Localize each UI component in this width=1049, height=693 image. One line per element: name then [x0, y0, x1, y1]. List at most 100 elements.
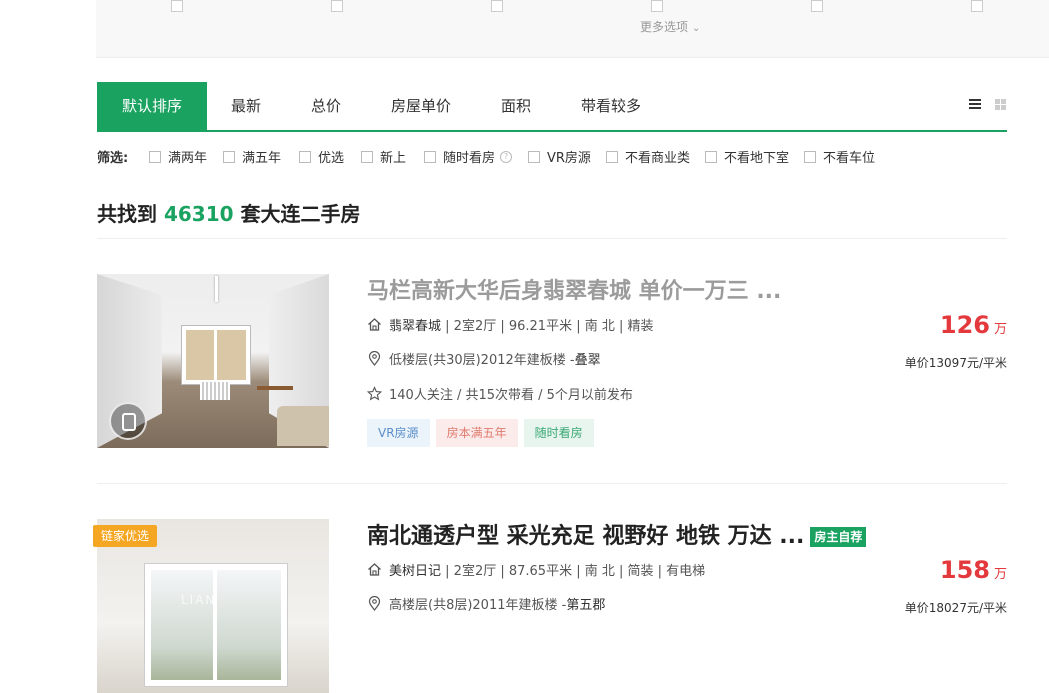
- position-info: 低楼层(共30层)2012年建板楼 - 叠翠: [367, 349, 601, 368]
- owner-recommend-tag: 房主自荐: [810, 527, 867, 547]
- filter-item-label: 不看车位: [823, 151, 876, 166]
- checkbox[interactable]: [705, 150, 717, 163]
- filter-item-label: 不看地下室: [724, 151, 790, 166]
- chevron-down-icon: ⌄: [692, 23, 701, 34]
- list-view-icon[interactable]: [969, 99, 981, 110]
- tab-newest[interactable]: 最新: [231, 82, 261, 130]
- checkbox[interactable]: [804, 150, 816, 163]
- more-options-label: 更多选项: [640, 20, 689, 34]
- help-icon[interactable]: ?: [500, 150, 513, 163]
- tab-area[interactable]: 面积: [501, 82, 531, 130]
- unit-price: 单价18027元/平米: [904, 601, 1007, 615]
- result-suffix: 套大连二手房: [240, 202, 361, 226]
- star-icon: [366, 386, 383, 401]
- filter-item-label: 随时看房: [443, 151, 496, 166]
- house-info: 美树日记 | 2室2厅 | 87.65平米 | 南 北 | 简装 | 有电梯: [367, 560, 705, 579]
- listing-title[interactable]: 马栏高新大华后身翡翠春城 单价一万三 ...: [367, 273, 781, 305]
- grid-view-icon[interactable]: [995, 99, 1006, 110]
- filter-item-label: 优选: [318, 151, 345, 166]
- price-unit: 万: [993, 322, 1007, 337]
- community-link[interactable]: 美树日记: [389, 560, 441, 579]
- follow-info: 140人关注 / 共15次带看 / 5个月以前发布: [366, 384, 633, 403]
- listing-title[interactable]: 南北通透户型 采光充足 视野好 地铁 万达 ... 房主自荐: [367, 518, 867, 550]
- tab-most-viewed[interactable]: 带看较多: [581, 82, 641, 130]
- filter-no-commercial[interactable]: 不看商业类: [606, 147, 690, 166]
- room-table: [257, 386, 293, 390]
- tag-anytime-view: 随时看房: [523, 419, 594, 447]
- listing-title-text[interactable]: 南北通透户型 采光充足 视野好 地铁 万达 ...: [367, 524, 804, 549]
- filter-new[interactable]: 新上: [361, 147, 406, 166]
- checkbox[interactable]: [424, 150, 436, 163]
- result-count: 共找到 46310 套大连二手房: [97, 198, 361, 227]
- tab-total-price[interactable]: 总价: [311, 82, 341, 130]
- ceiling-light: [215, 276, 218, 302]
- filter-two-years[interactable]: 满两年: [149, 147, 207, 166]
- house-details: | 2室2厅 | 87.65平米 | 南 北 | 简装 | 有电梯: [445, 564, 706, 579]
- checkbox[interactable]: [606, 150, 618, 163]
- checkbox[interactable]: [149, 150, 161, 163]
- more-options-button[interactable]: 更多选项 ⌄: [640, 18, 700, 35]
- filter-no-parking[interactable]: 不看车位: [804, 147, 875, 166]
- floor-info: 低楼层(共30层)2012年建板楼 -: [389, 353, 575, 368]
- total-price-value: 126: [939, 311, 990, 339]
- checkbox[interactable]: [811, 0, 823, 12]
- tab-unit-price[interactable]: 房屋单价: [391, 82, 451, 130]
- filter-five-years[interactable]: 满五年: [223, 147, 281, 166]
- house-info: 翡翠春城 | 2室2厅 | 96.21平米 | 南 北 | 精装: [367, 315, 654, 334]
- checkbox[interactable]: [528, 150, 540, 163]
- result-number: 46310: [163, 202, 234, 226]
- room-sofa: [277, 406, 329, 446]
- position-info: 高楼层(共8层)2011年建板楼 - 第五郡: [367, 594, 605, 613]
- listing-image[interactable]: [97, 274, 329, 448]
- follow-text: 140人关注 / 共15次带看 / 5个月以前发布: [389, 388, 633, 403]
- house-icon: [367, 562, 382, 577]
- room-window: [182, 326, 250, 384]
- tag-vr: VR房源: [367, 419, 430, 447]
- checkbox[interactable]: [331, 0, 343, 12]
- checkbox[interactable]: [299, 150, 311, 163]
- filter-vr[interactable]: VR房源: [528, 147, 591, 166]
- filter-item-label: 满五年: [242, 151, 282, 166]
- filter-item-label: 满两年: [168, 151, 208, 166]
- house-icon: [367, 317, 382, 332]
- watermark: LIAN: [181, 593, 217, 607]
- divider: [97, 238, 1007, 239]
- location-icon: [367, 350, 382, 366]
- filter-options-cut: [96, 0, 1049, 12]
- checkbox[interactable]: [971, 0, 983, 12]
- total-price: 126 万: [940, 311, 1007, 339]
- filter-anytime-view[interactable]: 随时看房?: [424, 147, 513, 166]
- checkbox[interactable]: [171, 0, 183, 12]
- house-details: | 2室2厅 | 96.21平米 | 南 北 | 精装: [445, 319, 654, 334]
- checkbox[interactable]: [361, 150, 373, 163]
- price-unit: 万: [993, 567, 1007, 582]
- location-icon: [367, 595, 382, 611]
- total-price: 158 万: [940, 556, 1007, 584]
- result-prefix: 共找到: [97, 202, 157, 226]
- preferred-badge: 链家优选: [93, 525, 158, 547]
- checkbox[interactable]: [651, 0, 663, 12]
- filter-item-label: 不看商业类: [625, 151, 691, 166]
- room-window: [145, 564, 287, 686]
- vr-icon[interactable]: [109, 402, 147, 440]
- area-link[interactable]: 第五郡: [566, 594, 605, 613]
- filter-panel: 更多选项 ⌄: [96, 0, 1049, 58]
- sort-bar: 默认排序 最新 总价 房屋单价 面积 带看较多: [97, 82, 1007, 132]
- area-link[interactable]: 叠翠: [575, 349, 601, 368]
- filter-label: 筛选:: [97, 151, 129, 166]
- radiator: [200, 382, 230, 400]
- checkbox[interactable]: [223, 150, 235, 163]
- floor-info: 高楼层(共8层)2011年建板楼 -: [389, 598, 567, 613]
- checkbox[interactable]: [491, 0, 503, 12]
- filter-item-label: VR房源: [547, 151, 591, 166]
- community-link[interactable]: 翡翠春城: [389, 315, 441, 334]
- unit-price: 单价13097元/平米: [904, 356, 1007, 370]
- filter-no-basement[interactable]: 不看地下室: [705, 147, 789, 166]
- tab-default-sort[interactable]: 默认排序: [97, 82, 207, 130]
- divider: [97, 483, 1007, 484]
- tag-list: VR房源 房本满五年 随时看房: [367, 419, 600, 447]
- total-price-value: 158: [939, 556, 990, 584]
- filter-item-label: 新上: [380, 151, 407, 166]
- filter-preferred[interactable]: 优选: [299, 147, 344, 166]
- tag-five-years: 房本满五年: [435, 419, 518, 447]
